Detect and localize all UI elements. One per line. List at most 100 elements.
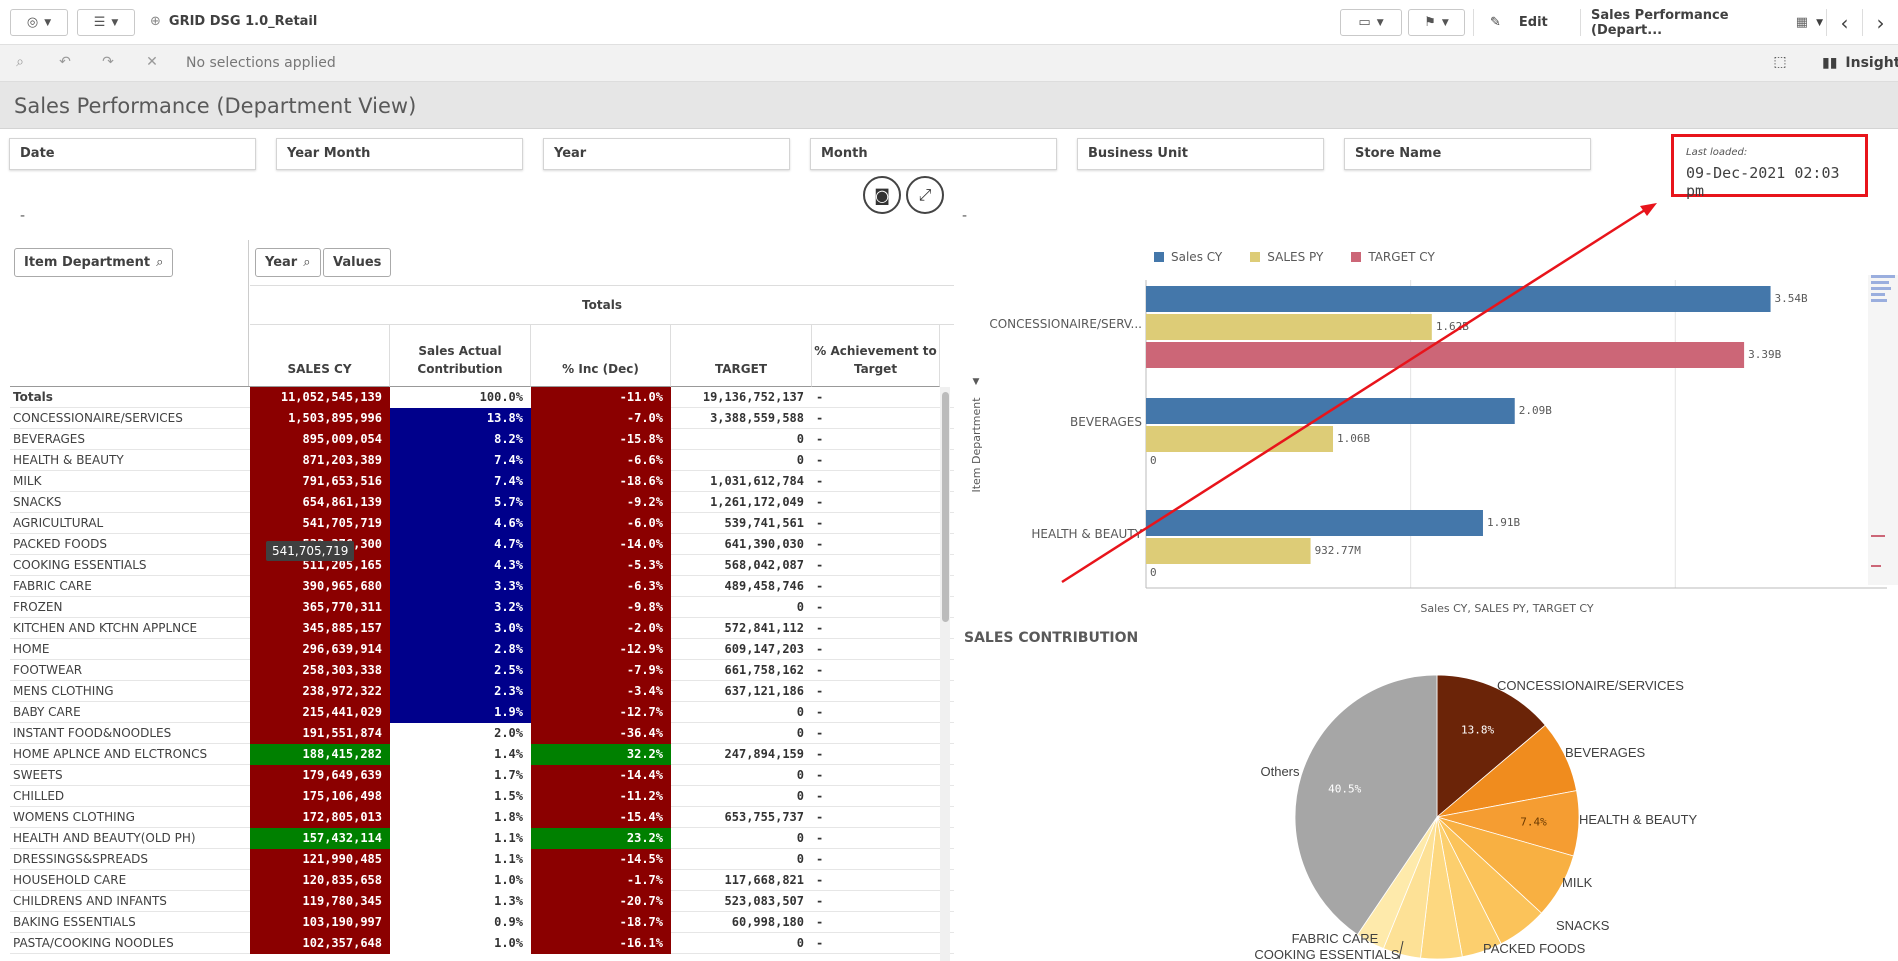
contribution-cell[interactable]: 1.0%: [390, 870, 531, 891]
achievement-cell[interactable]: -: [812, 408, 954, 429]
item-department-dimension-button[interactable]: Item Department ⌕: [14, 248, 174, 277]
category-label[interactable]: BEVERAGES: [1070, 415, 1142, 429]
target-cell[interactable]: 0: [671, 786, 812, 807]
sales-cy-cell[interactable]: 871,203,389: [250, 450, 390, 471]
table-row[interactable]: HOUSEHOLD CARE 120,835,658 1.0% -1.7% 117,66…: [10, 870, 954, 891]
table-row[interactable]: BEVERAGES 895,009,054 8.2% -15.8% 0-: [10, 429, 954, 450]
year-dimension-button[interactable]: Year ⌕: [255, 248, 321, 277]
contribution-cell[interactable]: 3.0%: [390, 618, 531, 639]
target-cell[interactable]: 539,741,561: [671, 513, 812, 534]
snapshot-button[interactable]: ◙: [863, 176, 901, 214]
target-cell[interactable]: 60,998,180: [671, 912, 812, 933]
row-label[interactable]: HEALTH & BEAUTY: [13, 453, 124, 467]
contribution-cell[interactable]: 1.3%: [390, 891, 531, 912]
row-label[interactable]: FROZEN: [13, 600, 62, 614]
table-row[interactable]: MILK 791,653,516 7.4% -18.6% 1,031,612,784-: [10, 471, 954, 492]
target-cell[interactable]: 0: [671, 849, 812, 870]
step-forward-icon[interactable]: ↷: [98, 54, 118, 74]
row-label[interactable]: WOMENS CLOTHING: [13, 810, 135, 824]
sales-cy-cell[interactable]: 654,861,139: [250, 492, 390, 513]
table-row[interactable]: INSTANT FOOD&NOODLES 191,551,874 2.0% -36.4…: [10, 723, 954, 744]
sales-cy-cell[interactable]: 120,835,658: [250, 870, 390, 891]
target-cell[interactable]: 661,758,162: [671, 660, 812, 681]
inc-dec-cell[interactable]: -6.0%: [531, 513, 671, 534]
bar-sales-py[interactable]: [1146, 314, 1432, 340]
row-label[interactable]: PACKED FOODS: [13, 537, 107, 551]
row-label[interactable]: KITCHEN AND KTCHN APPLNCE: [13, 621, 197, 635]
inc-dec-cell[interactable]: -14.0%: [531, 534, 671, 555]
contribution-cell[interactable]: 1.9%: [390, 702, 531, 723]
inc-dec-cell[interactable]: -9.2%: [531, 492, 671, 513]
row-label[interactable]: FABRIC CARE: [13, 579, 92, 593]
selection-tool-icon[interactable]: ⬚: [1770, 54, 1790, 74]
sales-cy-cell[interactable]: 895,009,054: [250, 429, 390, 450]
inc-dec-cell[interactable]: -7.9%: [531, 660, 671, 681]
sales-cy-cell[interactable]: 365,770,311: [250, 597, 390, 618]
target-cell[interactable]: 0: [671, 702, 812, 723]
row-label[interactable]: HOME: [13, 642, 49, 656]
target-cell[interactable]: 609,147,203: [671, 639, 812, 660]
sales-cy-cell[interactable]: 215,441,029: [250, 702, 390, 723]
table-row[interactable]: HEALTH & BEAUTY 871,203,389 7.4% -6.6% 0-: [10, 450, 954, 471]
sales-cy-cell[interactable]: 119,780,345: [250, 891, 390, 912]
row-label[interactable]: CONCESSIONAIRE/SERVICES: [13, 411, 183, 425]
filter-date[interactable]: Date: [9, 138, 256, 170]
sales-cy-cell[interactable]: 179,649,639: [250, 765, 390, 786]
row-label[interactable]: MILK: [13, 474, 41, 488]
target-cell[interactable]: 0: [671, 450, 812, 471]
row-label[interactable]: SWEETS: [13, 768, 63, 782]
fullscreen-button[interactable]: ⤢: [906, 176, 944, 214]
contribution-cell[interactable]: 4.3%: [390, 555, 531, 576]
target-cell[interactable]: 247,894,159: [671, 744, 812, 765]
sales-cy-cell[interactable]: 258,303,338: [250, 660, 390, 681]
contribution-cell[interactable]: 0.9%: [390, 912, 531, 933]
table-row[interactable]: MENS CLOTHING 238,972,322 2.3% -3.4% 637,121…: [10, 681, 954, 702]
chart-minimap[interactable]: [1868, 275, 1898, 585]
table-row[interactable]: BABY CARE 215,441,029 1.9% -12.7% 0-: [10, 702, 954, 723]
sales-cy-cell[interactable]: 541,705,719: [250, 513, 390, 534]
clear-selections-icon[interactable]: ✕: [142, 54, 162, 74]
achievement-cell[interactable]: -: [812, 618, 954, 639]
row-label[interactable]: HEALTH AND BEAUTY(OLD PH): [13, 831, 196, 845]
achievement-cell[interactable]: -: [812, 765, 954, 786]
inc-dec-cell[interactable]: -2.0%: [531, 618, 671, 639]
achievement-cell[interactable]: -: [812, 849, 954, 870]
values-button[interactable]: Values: [323, 248, 392, 277]
row-label[interactable]: PASTA/COOKING NOODLES: [13, 936, 174, 950]
navigation-menu-button[interactable]: ◎ ▼: [10, 9, 68, 36]
filter-business-unit[interactable]: Business Unit: [1077, 138, 1324, 170]
table-row[interactable]: FABRIC CARE 390,965,680 3.3% -6.3% 489,458,7…: [10, 576, 954, 597]
contribution-cell[interactable]: 1.8%: [390, 807, 531, 828]
sales-cy-cell[interactable]: 11,052,545,139: [250, 387, 390, 408]
sales-cy-cell[interactable]: 102,357,648: [250, 933, 390, 954]
table-row[interactable]: COOKING ESSENTIALS 511,205,165 4.3% -5.3% 56…: [10, 555, 954, 576]
inc-dec-cell[interactable]: -14.4%: [531, 765, 671, 786]
contribution-cell[interactable]: 7.4%: [390, 471, 531, 492]
target-cell[interactable]: 0: [671, 723, 812, 744]
row-label[interactable]: HOUSEHOLD CARE: [13, 873, 126, 887]
sales-cy-cell[interactable]: 172,805,013: [250, 807, 390, 828]
filter-year-month[interactable]: Year Month: [276, 138, 523, 170]
column-header-achievement[interactable]: % Achievement to Target: [812, 325, 940, 387]
table-row[interactable]: DRESSINGS&SPREADS 121,990,485 1.1% -14.5% 0-: [10, 849, 954, 870]
table-row[interactable]: SNACKS 654,861,139 5.7% -9.2% 1,261,172,049-: [10, 492, 954, 513]
column-header-sales-contribution[interactable]: Sales Actual Contribution: [390, 325, 531, 387]
sales-cy-cell[interactable]: 1,503,895,996: [250, 408, 390, 429]
inc-dec-cell[interactable]: -20.7%: [531, 891, 671, 912]
contribution-cell[interactable]: 1.1%: [390, 828, 531, 849]
contribution-cell[interactable]: 2.8%: [390, 639, 531, 660]
inc-dec-cell[interactable]: -6.3%: [531, 576, 671, 597]
table-row[interactable]: CONCESSIONAIRE/SERVICES 1,503,895,996 13.8…: [10, 408, 954, 429]
achievement-cell[interactable]: -: [812, 576, 954, 597]
target-cell[interactable]: 572,841,112: [671, 618, 812, 639]
table-row[interactable]: CHILLED 175,106,498 1.5% -11.2% 0-: [10, 786, 954, 807]
contribution-cell[interactable]: 1.0%: [390, 933, 531, 954]
contribution-cell[interactable]: 1.4%: [390, 744, 531, 765]
row-label[interactable]: INSTANT FOOD&NOODLES: [13, 726, 171, 740]
smart-search-icon[interactable]: ⌕: [10, 54, 30, 74]
inc-dec-cell[interactable]: -18.6%: [531, 471, 671, 492]
target-cell[interactable]: 637,121,186: [671, 681, 812, 702]
target-cell[interactable]: 0: [671, 597, 812, 618]
bar-target-cy[interactable]: [1146, 342, 1745, 368]
inc-dec-cell[interactable]: -14.5%: [531, 849, 671, 870]
